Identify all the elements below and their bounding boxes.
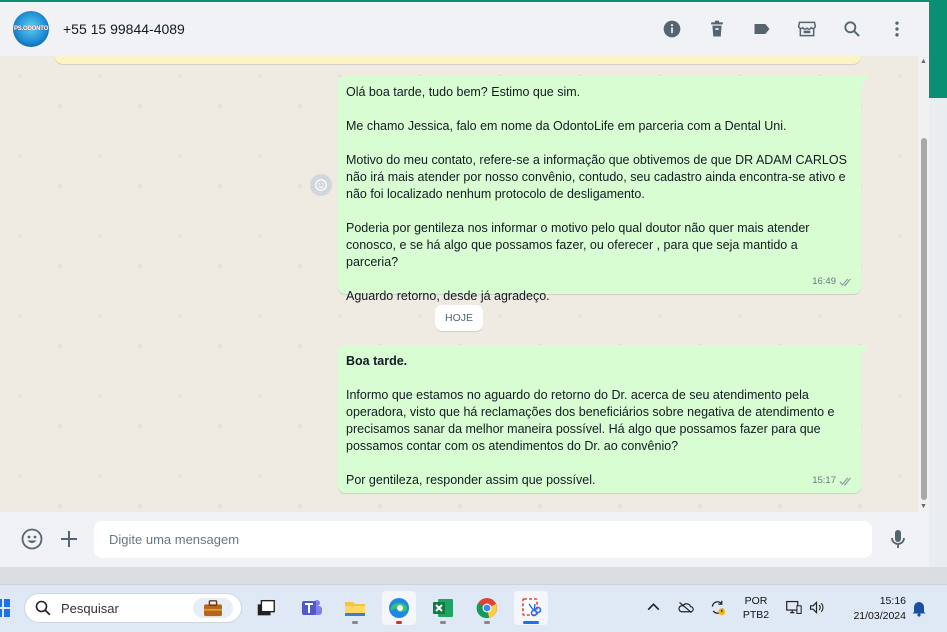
message-text: Me chamo Jessica, falo em nome da Odonto…: [346, 119, 787, 133]
scroll-up-arrow-icon[interactable]: ▲: [920, 58, 927, 65]
edge-browser-icon[interactable]: [382, 591, 416, 625]
message-text: Poderia por gentileza nos informar o mot…: [346, 221, 813, 269]
clock-time: 15:16: [879, 595, 906, 607]
scroll-down-arrow-icon[interactable]: ▼: [920, 503, 927, 510]
running-indicator: [396, 621, 402, 624]
window-accent-right: [929, 0, 947, 98]
running-indicator: [484, 621, 490, 624]
menu-kebab-icon[interactable]: [885, 17, 909, 41]
chrome-icon[interactable]: [470, 591, 504, 625]
excel-icon[interactable]: [426, 591, 460, 625]
window-bottom-border: [0, 567, 947, 584]
windows-taskbar: Pesquisar POR PTB2 15:16 21/03/2024: [0, 584, 947, 632]
onedrive-offline-icon[interactable]: [675, 597, 695, 617]
clock-date: 21/03/2024: [853, 610, 906, 622]
trash-icon[interactable]: [705, 17, 729, 41]
message-text: Aguardo retorno, desde já agradeço.: [346, 289, 550, 303]
emoji-icon[interactable]: [19, 526, 45, 552]
running-indicator: [352, 621, 358, 624]
chevron-up-icon[interactable]: [643, 597, 663, 617]
avatar-logo-text: PS.ODONTO: [13, 26, 49, 32]
chat-header: PS.ODONTO +55 15 99844-4089: [0, 2, 929, 56]
taskbar-search[interactable]: Pesquisar: [24, 593, 242, 623]
running-indicator: [440, 621, 446, 624]
message-meta: 15:17: [812, 472, 853, 489]
search-label: Pesquisar: [61, 600, 119, 616]
search-icon: [35, 600, 51, 616]
outgoing-message[interactable]: Boa tarde. Informo que estamos no aguard…: [338, 345, 869, 493]
message-composer: [0, 512, 929, 567]
previous-message-bubble: [55, 56, 861, 64]
keyboard-layout: PTB2: [742, 609, 770, 621]
language-indicator[interactable]: POR PTB2: [740, 594, 772, 622]
avatar[interactable]: PS.ODONTO: [13, 11, 49, 47]
microphone-icon[interactable]: [885, 526, 911, 552]
language-code: POR: [744, 595, 768, 607]
date-separator: HOJE: [435, 305, 483, 331]
outgoing-message[interactable]: Olá boa tarde, tudo bem? Estimo que sim.…: [338, 76, 869, 303]
bubble-tail: [861, 345, 869, 355]
notification-bell-icon[interactable]: [911, 599, 927, 617]
system-clock[interactable]: 15:16 21/03/2024: [840, 594, 906, 624]
store-icon[interactable]: [795, 17, 819, 41]
briefcase-icon: [193, 598, 233, 618]
message-meta: 16:49: [812, 273, 853, 290]
reaction-emoji-icon[interactable]: [310, 174, 332, 196]
snipping-tool-icon[interactable]: [514, 591, 548, 625]
volume-icon[interactable]: [806, 597, 826, 617]
chat-area: Olá boa tarde, tudo bem? Estimo que sim.…: [0, 56, 929, 512]
task-view-icon[interactable]: [249, 591, 283, 625]
windows-start-icon[interactable]: [0, 599, 10, 617]
message-text: Olá boa tarde, tudo bem? Estimo que sim.: [346, 85, 581, 99]
sync-warning-icon[interactable]: [707, 597, 727, 617]
header-actions: [639, 2, 909, 56]
message-text: Por gentileza, responder assim que possí…: [346, 473, 596, 487]
label-tag-icon[interactable]: [750, 17, 774, 41]
message-text: Informo que estamos no aguardo do retorn…: [346, 388, 838, 453]
scrollbar-thumb[interactable]: [921, 138, 927, 500]
message-time: 16:49: [812, 276, 836, 287]
message-time: 15:17: [812, 475, 836, 486]
bubble-tail: [861, 76, 869, 86]
message-greeting: Boa tarde.: [346, 354, 408, 368]
contact-name[interactable]: +55 15 99844-4089: [63, 21, 185, 37]
double-check-icon: [839, 477, 851, 485]
double-check-icon: [839, 278, 851, 286]
teams-icon[interactable]: [295, 591, 329, 625]
network-icon[interactable]: [783, 597, 803, 617]
attach-plus-icon[interactable]: [56, 526, 82, 552]
search-icon[interactable]: [840, 17, 864, 41]
message-input[interactable]: [94, 521, 872, 558]
active-indicator: [523, 621, 539, 624]
file-explorer-icon[interactable]: [338, 591, 372, 625]
info-icon[interactable]: [660, 17, 684, 41]
message-text: Motivo do meu contato, refere-se a infor…: [346, 153, 851, 201]
